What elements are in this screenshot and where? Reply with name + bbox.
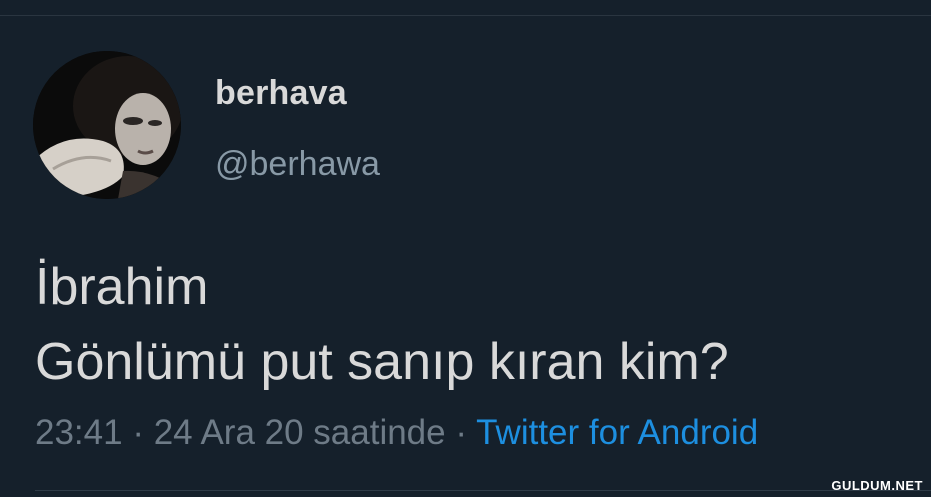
display-name[interactable]: berhava — [215, 74, 347, 113]
avatar-image — [33, 51, 181, 199]
avatar[interactable] — [33, 51, 181, 199]
tweet-text: İbrahim Gönlümü put sanıp kıran kim? — [35, 250, 729, 400]
user-handle[interactable]: @berhawa — [215, 145, 380, 184]
tweet-text-line: Gönlümü put sanıp kıran kim? — [35, 333, 729, 391]
tweet-time[interactable]: 23:41 — [35, 413, 123, 452]
meta-separator: · — [455, 413, 468, 452]
tweet-text-line: İbrahim — [35, 258, 209, 316]
tweet-metadata: 23:41 · 24 Ara 20 saatinde · Twitter for… — [35, 413, 758, 453]
top-divider — [0, 15, 931, 16]
bottom-divider — [35, 490, 931, 491]
tweet-date[interactable]: 24 Ara 20 saatinde — [154, 413, 446, 452]
tweet-card: berhava @berhawa İbrahim Gönlümü put san… — [0, 0, 931, 497]
tweet-source-link[interactable]: Twitter for Android — [476, 413, 758, 452]
meta-separator: · — [132, 413, 144, 452]
watermark: GULDUM.NET — [831, 478, 923, 493]
